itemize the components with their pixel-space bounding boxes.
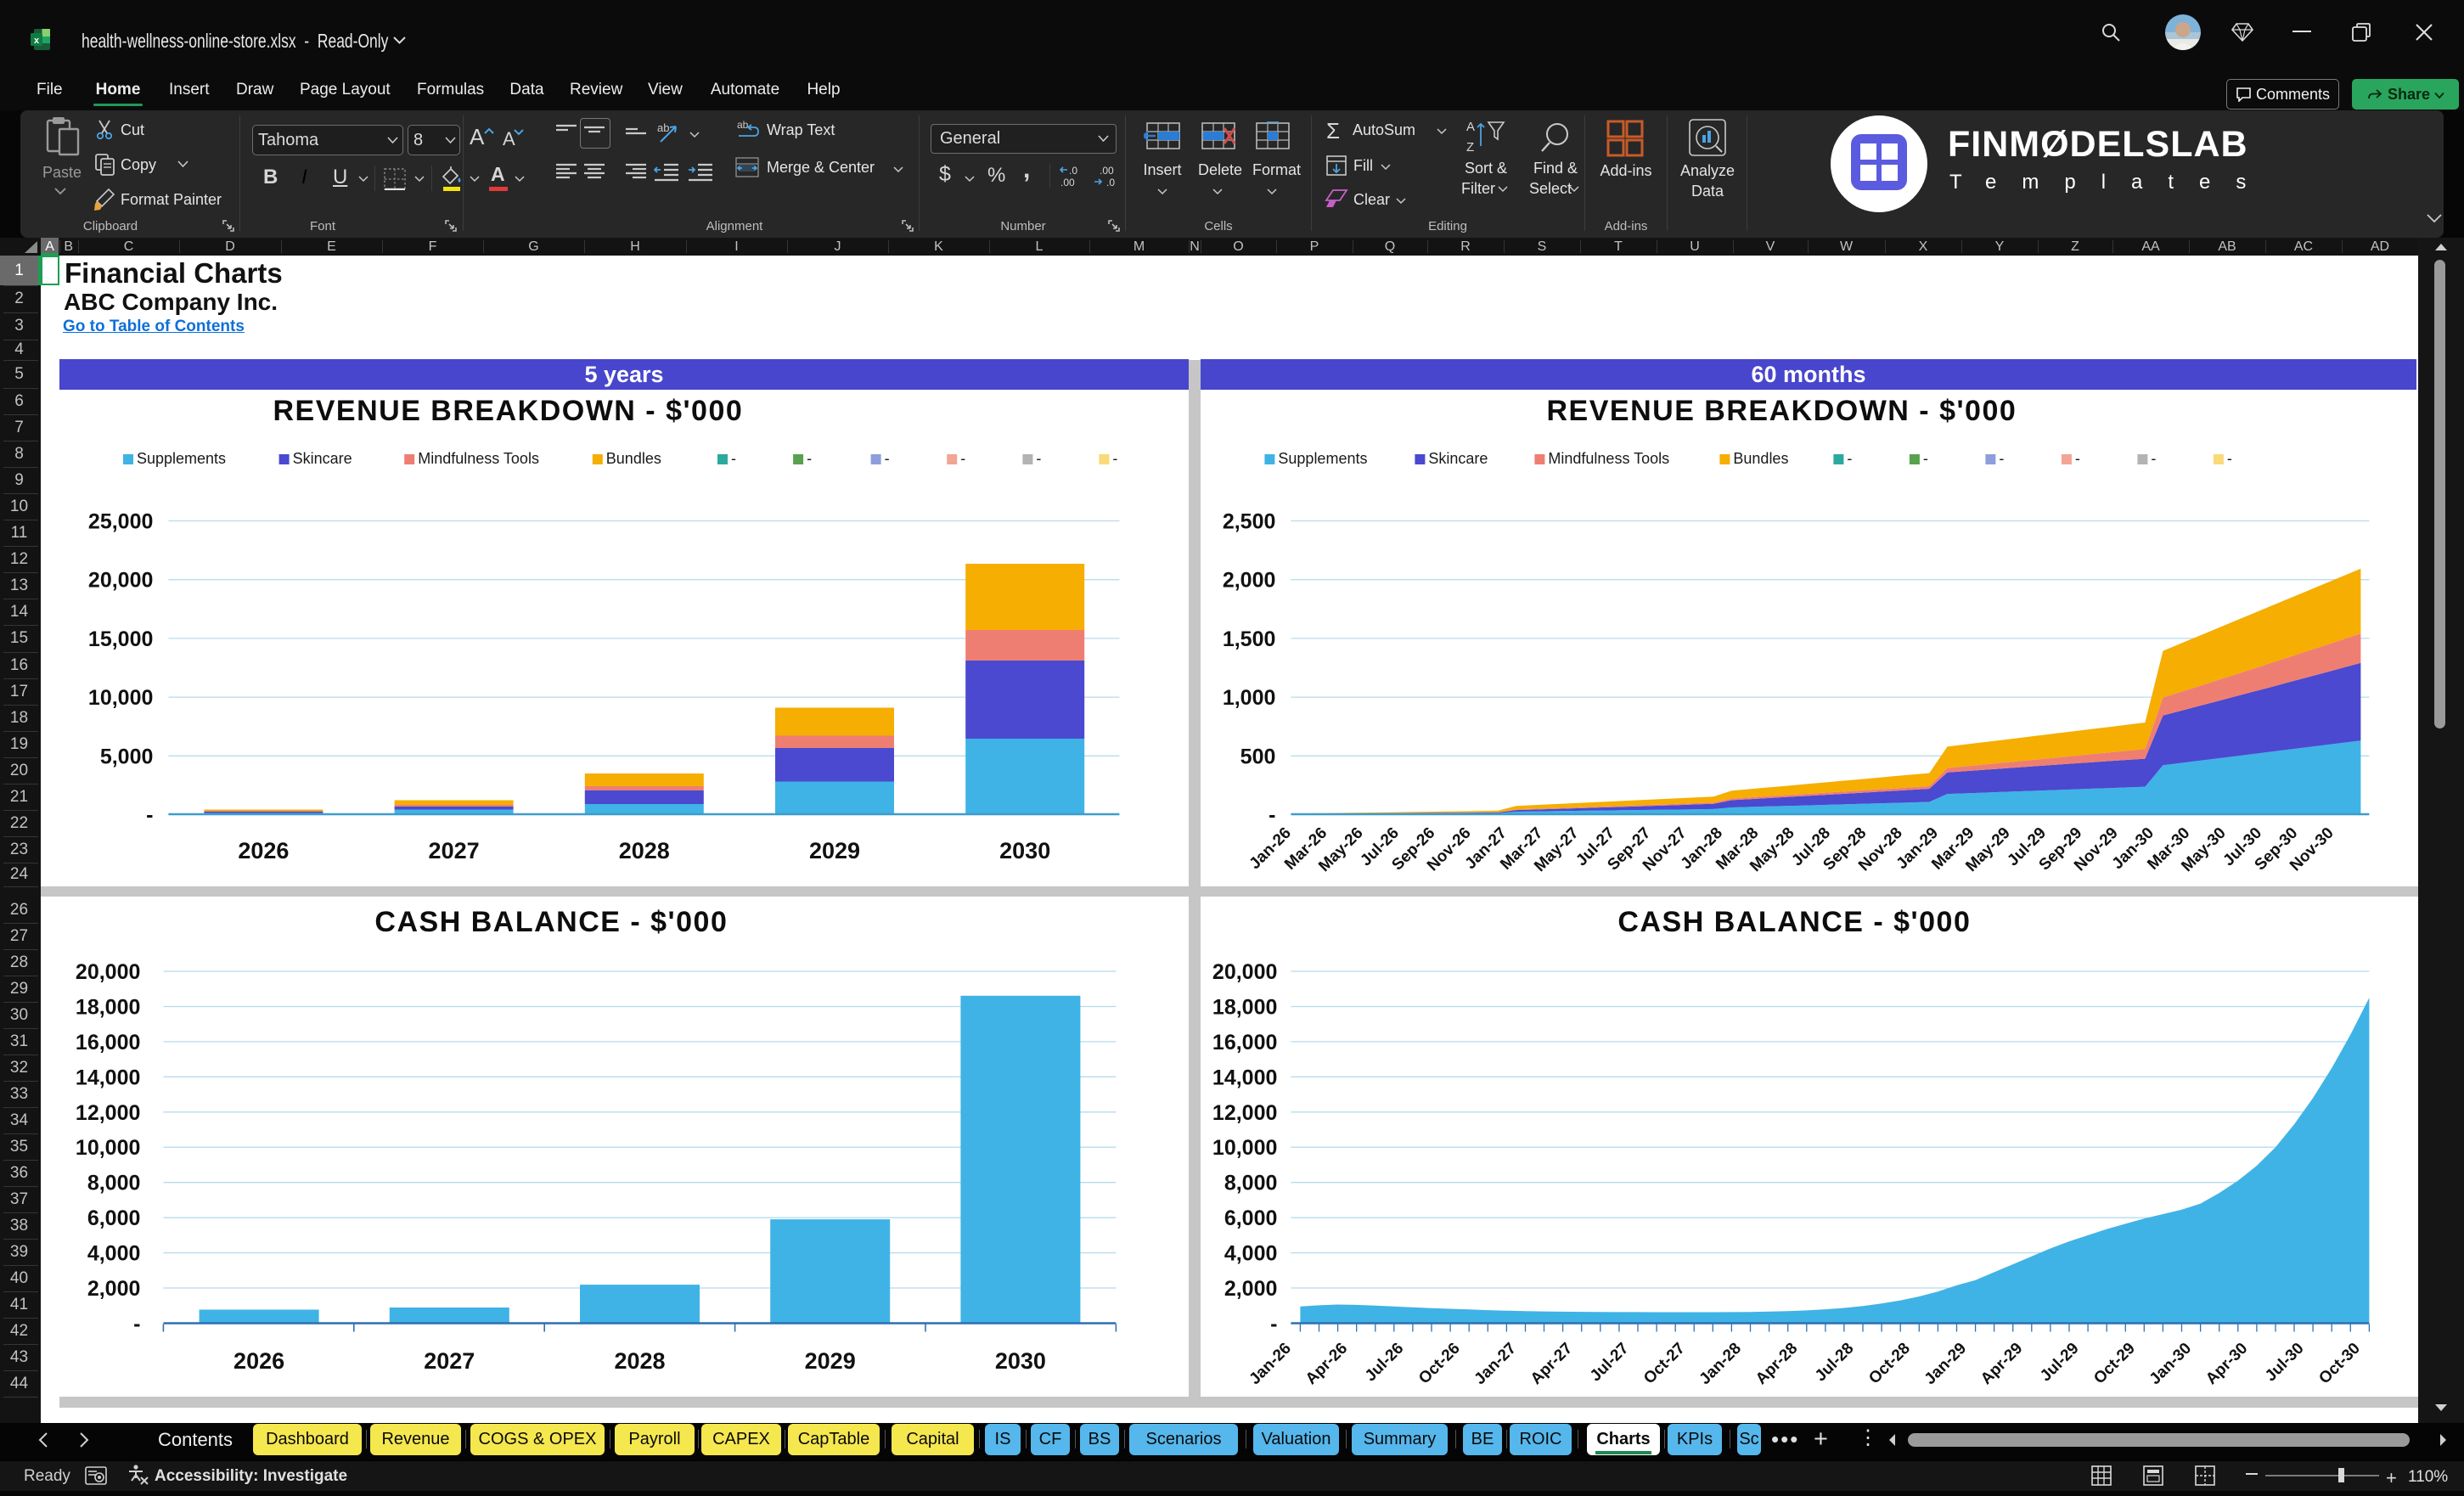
svg-text:Jul-28: Jul-28: [1811, 1340, 1857, 1386]
svg-text:12,000: 12,000: [1212, 1101, 1277, 1125]
svg-text:-: -: [731, 450, 736, 467]
svg-text:18,000: 18,000: [1212, 996, 1277, 1020]
svg-text:-: -: [2226, 450, 2231, 467]
svg-text:10,000: 10,000: [88, 686, 153, 710]
svg-text:2027: 2027: [428, 838, 479, 863]
svg-text:Supplements: Supplements: [137, 450, 226, 467]
svg-text:-: -: [1112, 450, 1117, 467]
svg-text:Jan-29: Jan-29: [1921, 1340, 1969, 1388]
svg-text:Jan-27: Jan-27: [1471, 1340, 1519, 1388]
svg-text:-: -: [1847, 450, 1852, 467]
svg-text:10,000: 10,000: [1212, 1136, 1277, 1160]
svg-text:14,000: 14,000: [1212, 1066, 1277, 1089]
svg-text:.00: .00: [1100, 165, 1114, 177]
svg-text:5,000: 5,000: [99, 745, 153, 768]
svg-text:ab: ab: [737, 119, 749, 131]
svg-text:14,000: 14,000: [76, 1066, 140, 1089]
svg-text:Oct-26: Oct-26: [1415, 1340, 1464, 1388]
svg-text:Oct-29: Oct-29: [2090, 1340, 2139, 1388]
svg-text:20,000: 20,000: [88, 569, 153, 593]
svg-text:Bundles: Bundles: [605, 450, 661, 467]
svg-text:Oct-30: Oct-30: [2315, 1340, 2364, 1388]
svg-text:2,000: 2,000: [87, 1277, 140, 1301]
svg-text:8,000: 8,000: [1224, 1172, 1277, 1195]
svg-text:Jul-30: Jul-30: [2262, 1340, 2308, 1386]
svg-text:-: -: [1999, 450, 2004, 467]
svg-text:Apr-29: Apr-29: [1977, 1340, 2026, 1388]
svg-text:Oct-27: Oct-27: [1640, 1340, 1689, 1388]
svg-text:16,000: 16,000: [76, 1031, 140, 1055]
svg-text:-: -: [884, 450, 889, 467]
svg-text:2029: 2029: [809, 838, 860, 863]
svg-text:2,000: 2,000: [1222, 569, 1275, 593]
svg-text:1,500: 1,500: [1222, 627, 1275, 651]
svg-text:2028: 2028: [614, 1348, 665, 1374]
svg-text:Oct-28: Oct-28: [1865, 1340, 1914, 1388]
svg-text:Skincare: Skincare: [292, 450, 352, 467]
svg-text:ab: ab: [657, 121, 669, 134]
svg-text:Jan-28: Jan-28: [1696, 1340, 1744, 1388]
svg-text:16,000: 16,000: [1212, 1031, 1277, 1055]
svg-text:CASH BALANCE - $'000: CASH BALANCE - $'000: [1617, 906, 1971, 938]
svg-text:4,000: 4,000: [87, 1242, 140, 1266]
svg-text:Skincare: Skincare: [1428, 450, 1488, 467]
svg-text:Apr-27: Apr-27: [1527, 1340, 1575, 1388]
svg-text:-: -: [807, 450, 812, 467]
svg-text:6,000: 6,000: [87, 1206, 140, 1230]
svg-text:Supplements: Supplements: [1278, 450, 1367, 467]
svg-text:4,000: 4,000: [1224, 1242, 1277, 1266]
svg-text:2030: 2030: [994, 1348, 1045, 1374]
svg-text:Jan-30: Jan-30: [2146, 1340, 2194, 1388]
svg-text:REVENUE BREAKDOWN - $'000: REVENUE BREAKDOWN - $'000: [273, 395, 743, 427]
svg-text:x: x: [34, 36, 40, 46]
svg-text:Apr-28: Apr-28: [1752, 1340, 1801, 1388]
svg-text:CASH BALANCE - $'000: CASH BALANCE - $'000: [374, 906, 728, 938]
svg-text:-: -: [2151, 450, 2156, 467]
svg-text:-: -: [1269, 803, 1275, 827]
svg-text:Bundles: Bundles: [1733, 450, 1788, 467]
svg-text:2027: 2027: [424, 1348, 475, 1374]
svg-text:Apr-26: Apr-26: [1302, 1340, 1350, 1388]
svg-text:Jul-26: Jul-26: [1361, 1340, 1407, 1386]
svg-text:-: -: [1922, 450, 1927, 467]
svg-text:8,000: 8,000: [87, 1172, 140, 1195]
svg-text:Mindfulness Tools: Mindfulness Tools: [418, 450, 539, 467]
svg-text:2028: 2028: [618, 838, 669, 863]
svg-text:-: -: [960, 450, 965, 467]
svg-text:Jul-27: Jul-27: [1586, 1340, 1632, 1386]
svg-text:10,000: 10,000: [76, 1136, 140, 1160]
svg-text:1,000: 1,000: [1222, 686, 1275, 710]
svg-text:-: -: [2074, 450, 2079, 467]
svg-text:2030: 2030: [999, 838, 1050, 863]
svg-text:-: -: [146, 803, 153, 827]
svg-text:Mindfulness Tools: Mindfulness Tools: [1548, 450, 1669, 467]
svg-text:.0: .0: [1069, 165, 1077, 177]
svg-text:REVENUE BREAKDOWN - $'000: REVENUE BREAKDOWN - $'000: [1546, 395, 2017, 427]
svg-text:.00: .00: [1060, 177, 1075, 188]
svg-text:2026: 2026: [233, 1348, 284, 1374]
svg-text:A: A: [1466, 120, 1475, 134]
svg-text:2029: 2029: [804, 1348, 855, 1374]
svg-text:2,000: 2,000: [1224, 1277, 1277, 1301]
svg-text:25,000: 25,000: [88, 510, 153, 534]
svg-text:2026: 2026: [238, 838, 289, 863]
svg-text:Apr-30: Apr-30: [2202, 1340, 2251, 1388]
svg-text:.0: .0: [1106, 177, 1115, 188]
svg-text:-: -: [133, 1313, 140, 1336]
svg-text:6,000: 6,000: [1224, 1206, 1277, 1230]
svg-text:Jan-26: Jan-26: [1246, 1340, 1294, 1388]
svg-text:500: 500: [1240, 745, 1275, 768]
svg-text:20,000: 20,000: [76, 960, 140, 984]
svg-text:-: -: [1270, 1313, 1277, 1336]
svg-text:12,000: 12,000: [76, 1101, 140, 1125]
svg-text:20,000: 20,000: [1212, 960, 1277, 984]
svg-text:-: -: [1036, 450, 1041, 467]
svg-text:2,500: 2,500: [1222, 510, 1275, 534]
svg-text:15,000: 15,000: [88, 627, 153, 651]
svg-text:18,000: 18,000: [76, 996, 140, 1020]
svg-text:Jul-29: Jul-29: [2037, 1340, 2083, 1386]
svg-text:Z: Z: [1466, 140, 1474, 155]
